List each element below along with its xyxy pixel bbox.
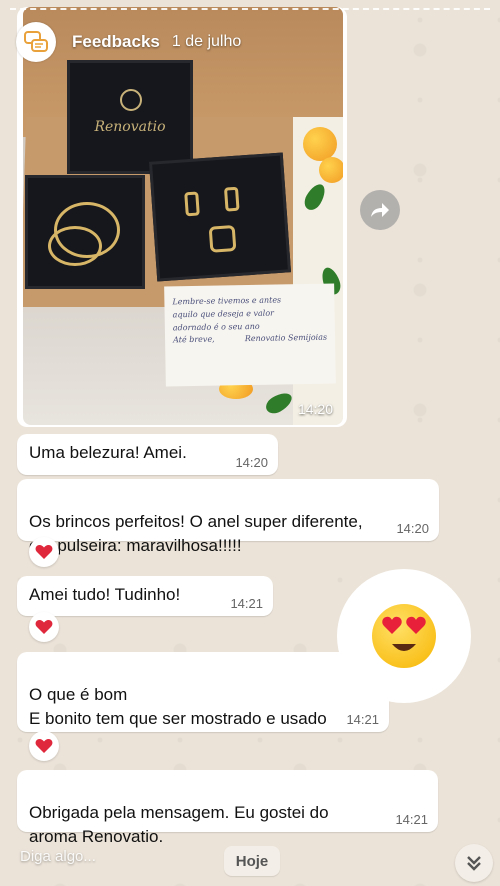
- story-header: Feedbacks 1 de julho: [16, 22, 241, 62]
- heart-eyes-emoji: [372, 604, 436, 668]
- message-time: 14:20: [297, 401, 333, 417]
- message-bubble[interactable]: Obrigada pela mensagem. Eu gostei do aro…: [17, 770, 438, 846]
- lemon: [303, 127, 337, 161]
- story-progress-bar: [10, 8, 490, 12]
- chain: [48, 226, 102, 266]
- leaf: [262, 389, 296, 417]
- reply-input[interactable]: Diga algo...: [20, 848, 96, 865]
- ring: [208, 225, 237, 253]
- message-bubble[interactable]: Os brincos perfeitos! O anel super difer…: [17, 479, 439, 555]
- heart-icon: [35, 545, 53, 559]
- reaction-badge[interactable]: [29, 731, 59, 761]
- reaction-badge[interactable]: [29, 537, 59, 567]
- heart-icon: [35, 620, 53, 634]
- message-bubble[interactable]: Uma belezura! Amei. 14:20: [17, 434, 278, 475]
- message-bubble[interactable]: Amei tudo! Tudinho! 14:21: [17, 576, 273, 616]
- handwritten-note: Lembre-se tivemos e antes aquilo que des…: [164, 283, 336, 387]
- message-bubble[interactable]: O que é bom E bonito tem que ser mostrad…: [17, 652, 389, 732]
- box-logo: Renovatio: [94, 119, 166, 135]
- heart-icon: [35, 739, 53, 753]
- heart-eyes-icon: [382, 616, 426, 651]
- story-date: 1 de julho: [171, 33, 242, 50]
- message-text: Uma belezura! Amei.: [29, 443, 187, 462]
- avatar[interactable]: [16, 22, 56, 62]
- earring: [223, 186, 240, 212]
- earring: [184, 191, 200, 217]
- scroll-down-button[interactable]: [455, 844, 493, 882]
- forward-button[interactable]: [360, 190, 400, 230]
- earring-ring-box: [148, 152, 292, 282]
- note-signature: Renovatio Semijoias: [244, 333, 328, 344]
- lemon: [319, 157, 343, 183]
- photo-message[interactable]: Renovatio Lembre-se tivemos e antes aqui…: [17, 7, 347, 427]
- small-jewel-box: Renovatio: [67, 60, 193, 174]
- message-time: 14:20: [235, 455, 268, 470]
- chat-bubbles-icon: [24, 31, 48, 52]
- story-name: Feedbacks: [72, 32, 160, 51]
- note-line: Até breve,: [173, 335, 215, 345]
- forward-icon: [371, 203, 389, 217]
- message-text: Amei tudo! Tudinho!: [29, 585, 181, 604]
- message-time: 14:21: [346, 712, 379, 727]
- bracelet-box: [25, 175, 145, 289]
- message-time: 14:20: [396, 521, 429, 536]
- reaction-badge[interactable]: [29, 612, 59, 642]
- message-time: 14:21: [395, 812, 428, 827]
- emoji-sticker[interactable]: [337, 569, 471, 703]
- tree-logo-icon: [120, 89, 142, 111]
- date-chip: Hoje: [224, 846, 280, 876]
- message-text: O que é bom E bonito tem que ser mostrad…: [29, 685, 327, 728]
- message-time: 14:21: [230, 596, 263, 611]
- jewelry-photo[interactable]: Renovatio Lembre-se tivemos e antes aqui…: [23, 7, 343, 425]
- double-chevron-down-icon: [467, 856, 481, 871]
